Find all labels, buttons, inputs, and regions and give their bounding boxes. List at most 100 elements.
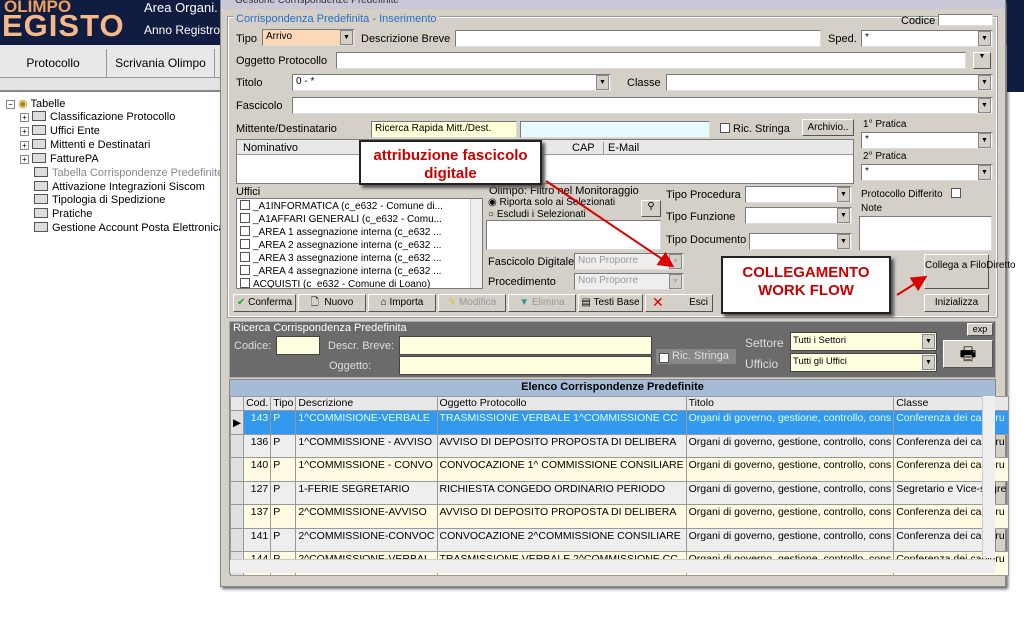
table-cell: Organi di governo, gestione, controllo, …	[685, 527, 895, 552]
elenco-table[interactable]: Cod. Tipo Descrizione Oggetto Protocollo Tit…	[229, 396, 1010, 576]
table-cell: TRASMISSIONE VERBALE 1^COMMISSIONE CC	[436, 410, 687, 435]
table-cell: P	[270, 457, 297, 482]
table-row[interactable]: 141 P 2^COMMISSIONE-CONVOC CONVOCAZIONE 2^C…	[229, 527, 1010, 552]
expand-icon[interactable]: +	[20, 113, 29, 122]
row-header[interactable]	[229, 433, 245, 458]
table-cell: 1^COMMISIONE-VERBALE	[295, 410, 438, 435]
table-cell: Organi di governo, gestione, controllo, …	[685, 457, 895, 482]
folder-icon	[34, 222, 48, 233]
tree-item[interactable]: + Mittenti e Destinatari	[20, 138, 150, 151]
search-codice-input[interactable]	[276, 336, 320, 355]
search-descr-input[interactable]	[399, 336, 652, 355]
table-header: Cod. Tipo Descrizione Oggetto Protocollo Tit…	[229, 396, 1010, 411]
search-panel: Ricerca Corrispondenza Predefinita exp C…	[229, 321, 996, 378]
anno-label: Anno Registro	[144, 23, 221, 37]
table-row[interactable]: ▶ 143 P 1^COMMISIONE-VERBALE TRASMISSIONE VE…	[229, 410, 1010, 435]
column-header[interactable]: Tipo	[270, 396, 297, 411]
folder-icon	[32, 152, 46, 163]
table-cell: 1-FERIE SEGRETARIO	[295, 480, 438, 505]
folder-icon	[32, 138, 46, 149]
ufficio-label: Ufficio	[745, 357, 779, 371]
table-cell: 141	[243, 527, 272, 552]
search-oggetto-label: Oggetto:	[329, 360, 372, 372]
folder-icon	[34, 166, 48, 177]
table-cell: RICHIESTA CONGEDO ORDINARIO PERIODO	[436, 480, 687, 505]
table-cell: AVVISO DI DEPOSITO PROPOSTA DI DELIBERA	[436, 433, 687, 458]
search-codice-label: Codice:	[234, 340, 272, 352]
logo-bottom: EGISTO	[2, 8, 125, 43]
table-cell: Organi di governo, gestione, controllo, …	[685, 433, 895, 458]
area-label: Area Organi.	[144, 0, 218, 15]
table-cell: AVVISO DI DEPOSITO PROPOSTA DI DELIBERA	[436, 504, 687, 529]
arrow-fascicolo	[545, 180, 675, 268]
horizontal-scrollbar[interactable]	[230, 559, 995, 573]
table-row[interactable]: 140 P 1^COMMISSIONE - CONVO CONVOCAZIONE 1^…	[229, 457, 1010, 482]
folder-icon	[34, 194, 48, 205]
search-ric-stringa-checkbox[interactable]: ✓ Ric. Stringa	[656, 349, 736, 364]
table-cell: 127	[243, 480, 272, 505]
arrow-workflow	[896, 275, 928, 296]
row-header[interactable]	[229, 457, 245, 482]
tree-item[interactable]: Tipologia di Spedizione	[34, 194, 165, 206]
expand-icon[interactable]: +	[20, 126, 29, 136]
table-cell: 137	[243, 504, 272, 529]
vertical-scrollbar[interactable]	[982, 396, 995, 558]
annotation-arrows	[545, 180, 928, 296]
expand-icon[interactable]: +	[20, 154, 29, 164]
folder-icon	[34, 208, 48, 219]
column-header[interactable]: Descrizione	[295, 396, 438, 411]
tree-item[interactable]: Tabella Corrispondenze Predefinite	[34, 166, 223, 179]
folder-icon	[32, 111, 46, 121]
table-cell: 2^COMMISSIONE-CONVOC	[295, 527, 438, 552]
tree-root[interactable]: − ◉ Tabelle	[6, 97, 65, 110]
row-header[interactable]	[229, 527, 245, 552]
table-cell: Organi di governo, gestione, controllo, …	[685, 504, 895, 529]
app-header-right	[1007, 0, 1024, 92]
list-title: Elenco Corrispondenze Predefinite	[230, 380, 995, 396]
column-header[interactable]: Cod.	[243, 396, 272, 411]
tree-item[interactable]: + Classificazione Protocollo	[20, 111, 175, 123]
table-cell: 143	[243, 410, 272, 435]
table-cell: P	[270, 504, 297, 529]
row-header[interactable]	[229, 504, 245, 529]
search-title: Ricerca Corrispondenza Predefinita	[233, 322, 407, 334]
ufficio-select[interactable]: Tutti gli Uffici ▼	[790, 353, 937, 372]
table-cell: 1^COMMISSIONE - AVVISO	[295, 433, 438, 458]
tree-item[interactable]: Gestione Account Posta Elettronica In	[34, 222, 237, 234]
app-tabs: Protocollo Scrivania Olimpo	[0, 45, 222, 78]
tree-item[interactable]: + Uffici Ente	[20, 124, 100, 137]
tab-protocollo[interactable]: Protocollo	[0, 49, 107, 78]
tree-root-label: Tabelle	[30, 98, 66, 110]
tree-item[interactable]: Pratiche	[34, 208, 92, 220]
table-cell: P	[270, 480, 297, 505]
table-row[interactable]: 127 P 1-FERIE SEGRETARIO RICHIESTA CONGEDO …	[229, 480, 1010, 505]
row-header[interactable]: ▶	[229, 410, 245, 435]
search-descr-label: Descr. Breve:	[328, 340, 395, 352]
print-button[interactable]: 🖶	[943, 340, 993, 368]
table-cell: P	[270, 410, 297, 435]
table-cell: CONVOCAZIONE 2^COMMISSIONE CONSILIARE	[436, 527, 687, 552]
dialog: Gestione Corrispondenze Predefinite Corr…	[220, 0, 1016, 587]
table-cell: Organi di governo, gestione, controllo, …	[685, 480, 895, 505]
table-cell: 136	[243, 433, 272, 458]
settore-select[interactable]: Tutti i Settori ▼	[790, 332, 937, 351]
elenco-grid[interactable]: Elenco Corrispondenze Predefinite Cod. Ti…	[229, 379, 1010, 576]
search-oggetto-input[interactable]	[399, 356, 652, 375]
folder-icon	[34, 180, 48, 191]
tree-item[interactable]: Attivazione Integrazioni Siscom	[34, 180, 205, 193]
table-row[interactable]: 137 P 2^COMMISSIONE-AVVISO AVVISO DI DEPOSI…	[229, 504, 1010, 529]
folder-icon	[32, 124, 46, 135]
row-header[interactable]	[229, 480, 245, 505]
table-cell: 2^COMMISSIONE-AVVISO	[295, 504, 438, 529]
column-header[interactable]: Titolo	[685, 396, 895, 411]
tab-scrivania[interactable]: Scrivania Olimpo	[107, 49, 215, 78]
settore-label: Settore	[745, 336, 784, 350]
exp-button[interactable]: exp	[967, 323, 993, 336]
column-header[interactable]: Oggetto Protocollo	[436, 396, 687, 411]
table-cell: CONVOCAZIONE 1^ COMMISSIONE CONSILIARE	[436, 457, 687, 482]
table-row[interactable]: 136 P 1^COMMISSIONE - AVVISO AVVISO DI DEPO…	[229, 433, 1010, 458]
tree-item[interactable]: + FatturePA	[20, 152, 99, 165]
expand-icon[interactable]: +	[20, 140, 29, 150]
toolbar-strip	[0, 78, 222, 92]
table-cell: P	[270, 527, 297, 552]
